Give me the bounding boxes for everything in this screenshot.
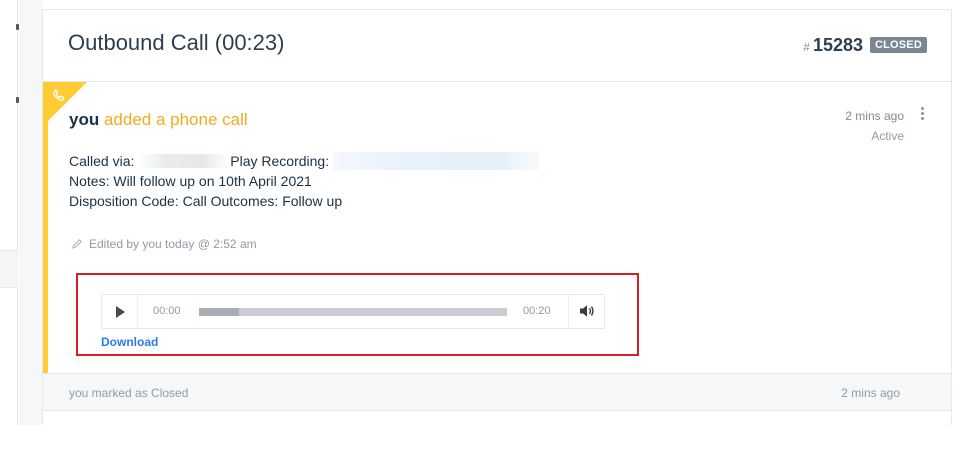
phone-icon [53,89,65,101]
edited-note: Edited by you today @ 2:52 am [71,237,257,251]
activity-action: added a phone call [99,110,248,129]
ticket-id: #15283 [803,35,863,56]
status-change-text: you marked as Closed [69,386,189,400]
left-panel-strip [0,0,19,425]
seek-bar[interactable] [199,308,507,316]
audio-player[interactable]: 00:00 00:20 [101,294,605,329]
play-recording-label: Play Recording: [230,153,330,169]
gutter [19,0,43,425]
ticket-title: Outbound Call (00:23) [68,30,285,55]
play-icon[interactable] [102,295,138,328]
kebab-menu-icon[interactable] [921,107,925,121]
current-time: 00:00 [153,305,181,317]
pencil-icon [72,239,82,249]
called-via-line: Called via: Play Recording: [69,151,540,171]
status-badge: CLOSED [869,37,927,53]
left-panel-band [0,250,18,288]
phone-call-activity: you added a phone call 2 mins ago Active… [43,82,951,373]
ticket-id-number: 15283 [812,35,863,55]
called-via-label: Called via: [69,153,135,169]
ticket-header: Outbound Call (00:23) #15283 CLOSED [43,10,951,82]
recording-link[interactable] [333,152,540,170]
disposition-line: Disposition Code: Call Outcomes: Follow … [69,193,343,209]
activity-actor: you [69,110,100,129]
download-link[interactable]: Download [101,335,158,349]
volume-icon[interactable] [568,295,604,328]
status-change-activity: you marked as Closed 2 mins ago [43,373,951,411]
activity-time: 2 mins ago [845,109,904,123]
status-change-time: 2 mins ago [841,386,900,400]
total-time: 00:20 [523,305,551,317]
activity-status: Active [871,129,904,143]
buffered-bar [199,308,240,316]
notes-line: Notes: Will follow up on 10th April 2021 [69,173,312,189]
ticket-id-hash: # [803,40,810,54]
ticket-card: Outbound Call (00:23) #15283 CLOSED you … [42,9,952,425]
activity-title: you added a phone call [69,110,248,130]
activity-body: Called via: Play Recording: Notes: Will … [69,151,540,211]
edited-text: Edited by you today @ 2:52 am [89,237,257,251]
redacted-phone-number [138,154,231,168]
